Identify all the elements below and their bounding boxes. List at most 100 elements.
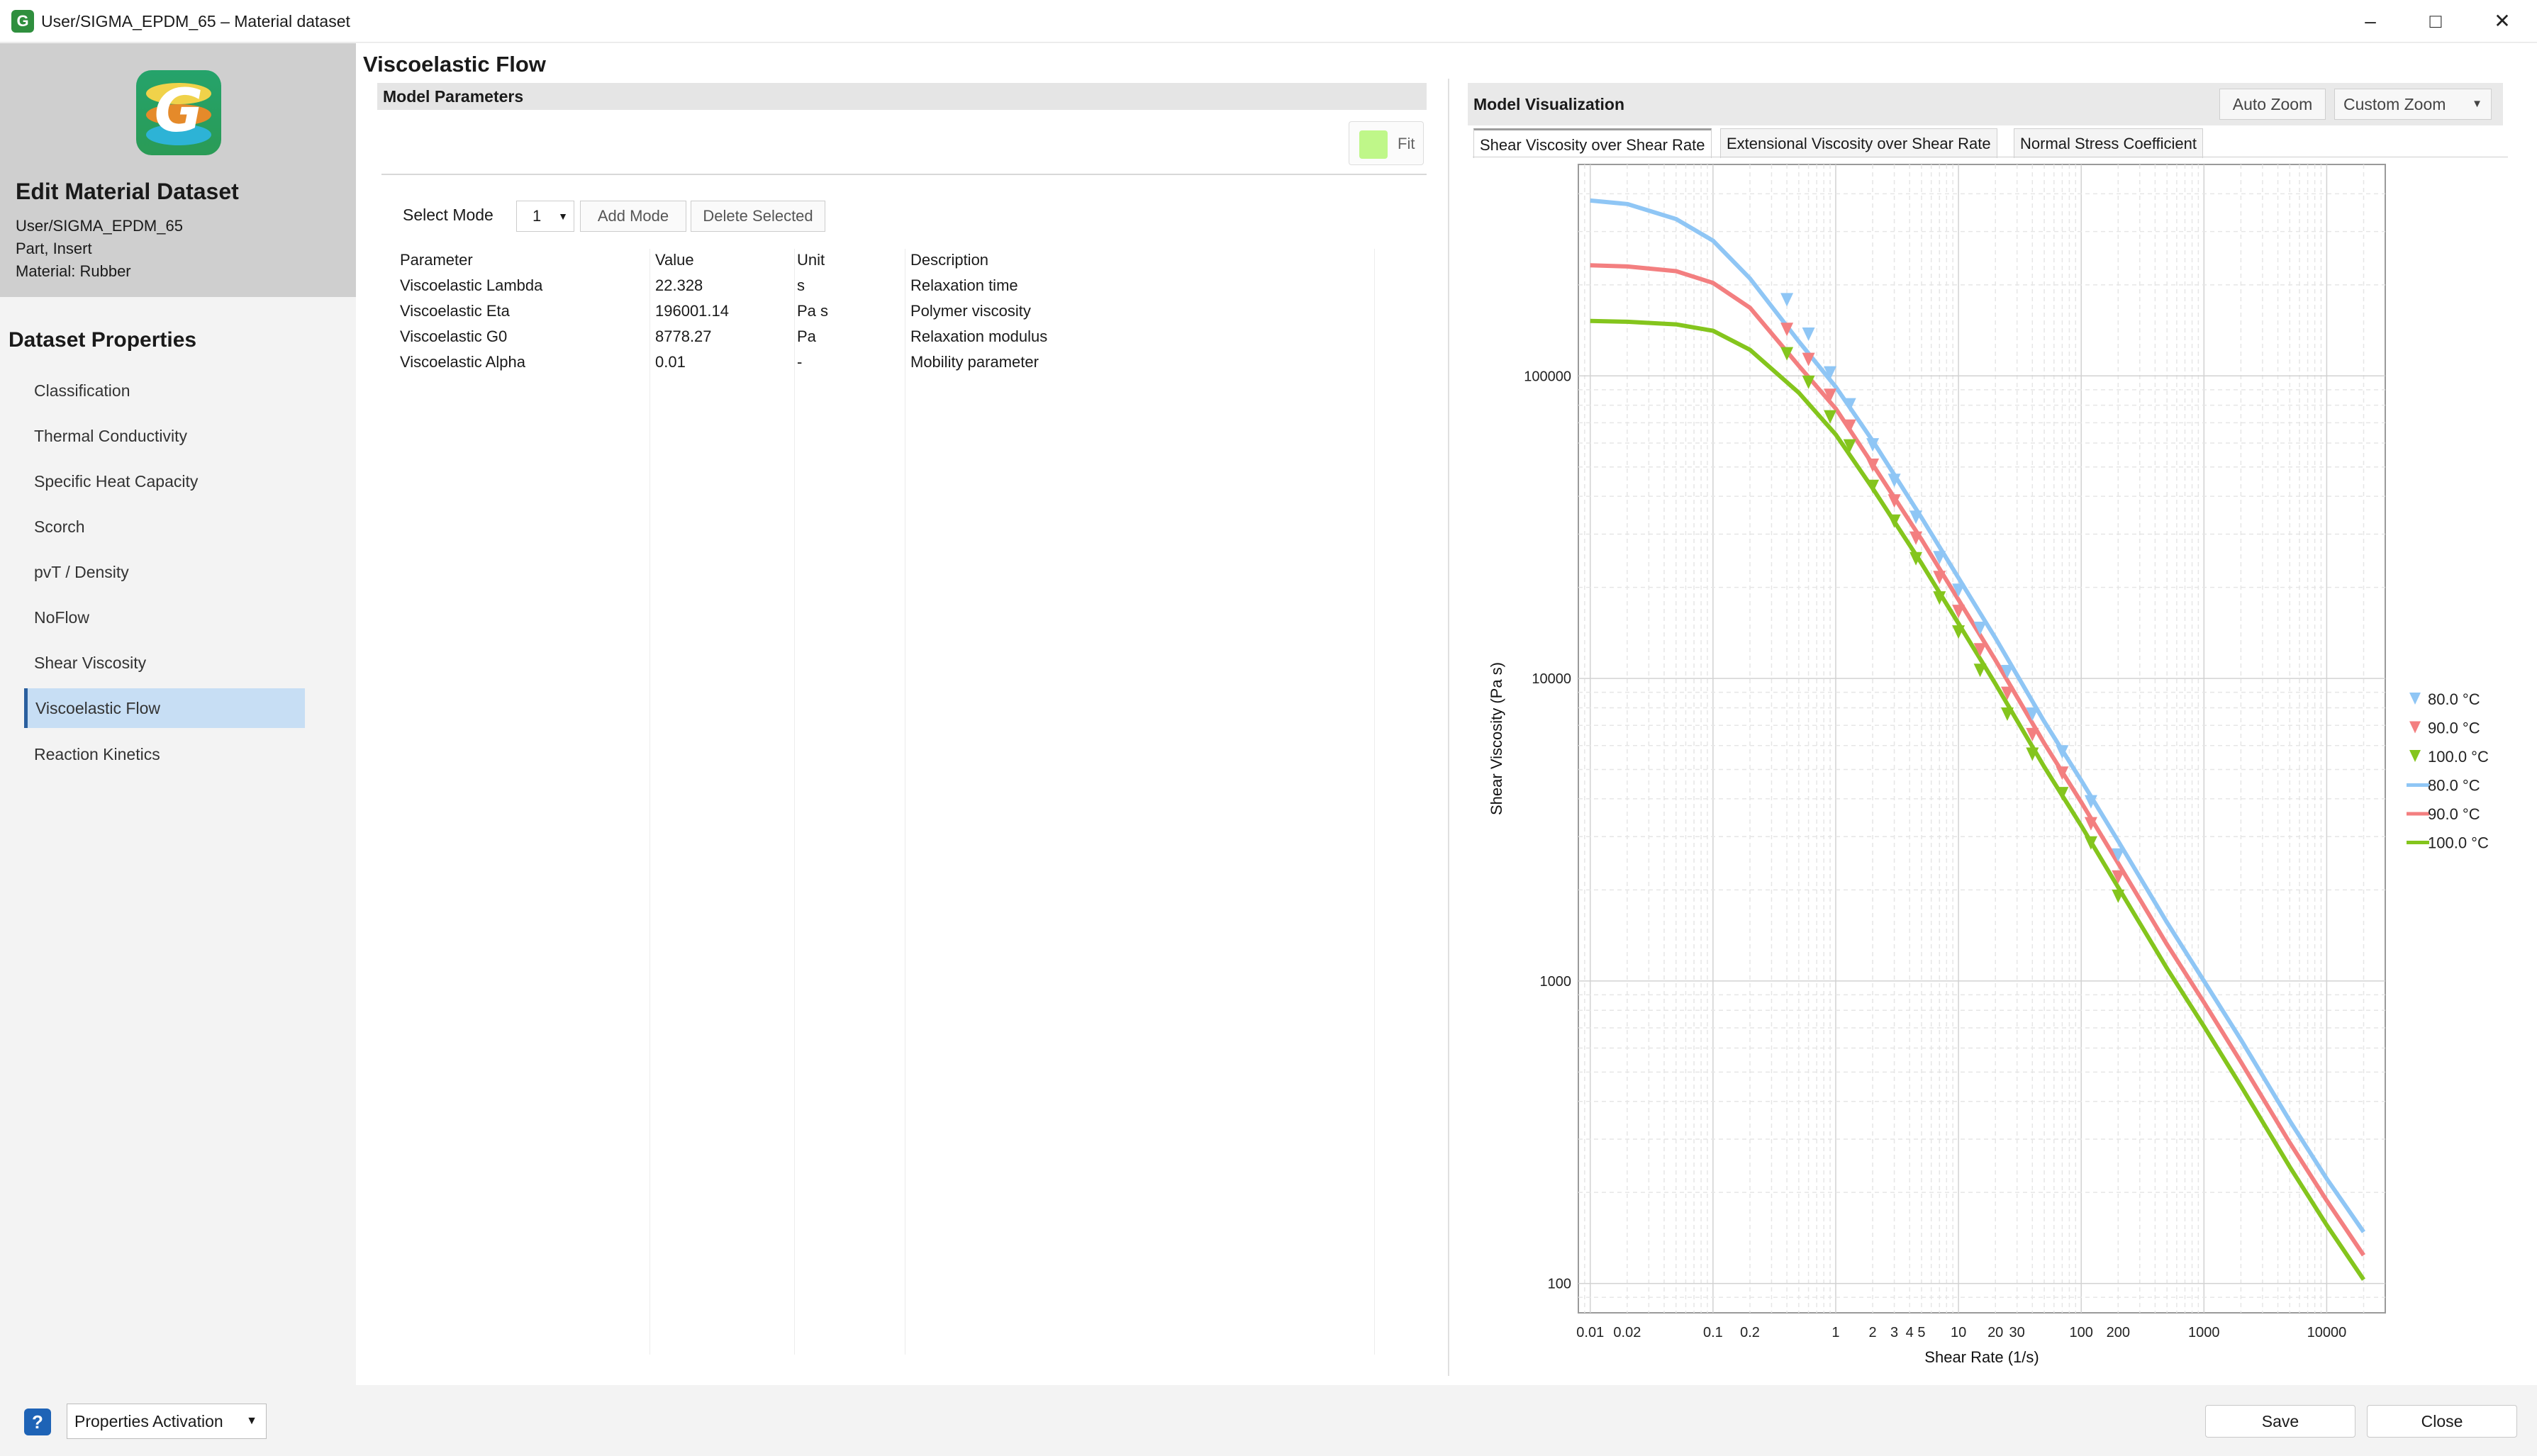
table-cell-unit: s	[797, 276, 805, 294]
x-tick-label: 4	[1906, 1325, 1914, 1340]
legend-label: 90.0 °C	[2428, 805, 2480, 823]
column-divider	[649, 249, 650, 1355]
delete-selected-button[interactable]: Delete Selected	[691, 201, 825, 232]
table-cell-unit: -	[797, 353, 803, 371]
sidebar-heading: Edit Material Dataset	[16, 179, 239, 204]
legend-label: 100.0 °C	[2428, 748, 2489, 766]
legend-label: 80.0 °C	[2428, 690, 2480, 708]
model-visualization-title: Model Visualization	[1473, 95, 1624, 113]
x-tick-label: 0.2	[1740, 1325, 1760, 1340]
title-bar: G User/SIGMA_EPDM_65 – Material dataset …	[0, 0, 2537, 43]
main-panel: Viscoelastic Flow Model Parameters Fit S…	[356, 43, 2537, 1385]
window-title: User/SIGMA_EPDM_65 – Material dataset	[41, 12, 350, 30]
model-parameters-header: Model Parameters	[377, 83, 1427, 110]
panel-splitter[interactable]	[1448, 79, 1449, 1376]
fit-label: Fit	[1398, 135, 1415, 152]
table-cell-description: Relaxation modulus	[910, 327, 1048, 345]
legend-marker	[2409, 721, 2421, 734]
material-dataset-logo-icon: G	[136, 70, 221, 155]
dataset-path: User/SIGMA_EPDM_65	[16, 217, 183, 235]
page-title: Viscoelastic Flow	[363, 52, 546, 77]
mode-select-value: 1	[533, 207, 542, 225]
properties-activation-label: Properties Activation	[74, 1412, 223, 1430]
tab-shear-viscosity[interactable]: Shear Viscosity over Shear Rate	[1473, 128, 1712, 158]
chevron-down-icon: ▼	[246, 1415, 257, 1427]
y-tick-label: 100	[1548, 1277, 1571, 1292]
add-mode-button[interactable]: Add Mode	[580, 201, 686, 232]
save-button[interactable]: Save	[2205, 1405, 2355, 1438]
divider	[381, 174, 1427, 175]
x-tick-label: 2	[1869, 1325, 1877, 1340]
y-tick-label: 10000	[1532, 671, 1571, 687]
legend-marker	[2409, 693, 2421, 705]
table-cell-description: Mobility parameter	[910, 353, 1039, 371]
close-button[interactable]: Close	[2367, 1405, 2517, 1438]
x-tick-label: 1000	[2188, 1325, 2220, 1340]
sidebar-item-shear-viscosity[interactable]: Shear Viscosity	[26, 643, 306, 683]
x-tick-label: 100	[2070, 1325, 2093, 1340]
fit-color-swatch	[1359, 130, 1388, 159]
sidebar-item-scorch[interactable]: Scorch	[26, 507, 306, 547]
custom-zoom-label: Custom Zoom	[2343, 95, 2446, 113]
column-divider	[1374, 249, 1375, 1355]
column-header-value: Value	[655, 251, 694, 269]
sidebar-item-thermal-conductivity[interactable]: Thermal Conductivity	[26, 416, 306, 456]
x-tick-label: 10000	[2307, 1325, 2347, 1340]
y-axis-label: Shear Viscosity (Pa s)	[1488, 662, 1505, 815]
sidebar: G Edit Material Dataset User/SIGMA_EPDM_…	[0, 43, 356, 1385]
dataset-part: Part, Insert	[16, 240, 92, 257]
table-cell-unit: Pa	[797, 327, 816, 345]
sidebar-item-specific-heat-capacity[interactable]: Specific Heat Capacity	[26, 461, 306, 501]
table-cell-value[interactable]: 196001.14	[655, 298, 729, 324]
table-cell-parameter[interactable]: Viscoelastic G0	[400, 324, 507, 349]
table-cell-value[interactable]: 0.01	[655, 349, 686, 375]
mode-select[interactable]: 1 ▼	[516, 201, 574, 232]
select-mode-label: Select Mode	[403, 206, 494, 224]
x-tick-label: 200	[2107, 1325, 2130, 1340]
chevron-down-icon: ▼	[558, 211, 568, 222]
fit-button[interactable]: Fit	[1349, 121, 1424, 165]
sidebar-item-viscoelastic-flow[interactable]: Viscoelastic Flow	[24, 688, 305, 728]
x-tick-label: 0.02	[1613, 1325, 1641, 1340]
legend-label: 80.0 °C	[2428, 777, 2480, 795]
chevron-down-icon: ▼	[2472, 98, 2482, 110]
legend-label: 90.0 °C	[2428, 719, 2480, 737]
sidebar-item-pvt-density[interactable]: pvT / Density	[26, 552, 306, 592]
column-divider	[794, 249, 795, 1355]
tab-extensional-viscosity[interactable]: Extensional Viscosity over Shear Rate	[1720, 128, 1997, 158]
y-tick-label: 100000	[1524, 369, 1571, 384]
table-cell-parameter[interactable]: Viscoelastic Alpha	[400, 349, 525, 375]
app-icon: G	[11, 10, 34, 33]
table-cell-parameter[interactable]: Viscoelastic Lambda	[400, 273, 542, 298]
shear-viscosity-chart[interactable]: 0.01 0.02 0.1 0.2 1 2 3 4 5 10 20 30 100 200 1000 10000…	[1476, 164, 2526, 1426]
properties-activation-dropdown[interactable]: Properties Activation ▼	[67, 1404, 267, 1439]
help-icon[interactable]: ?	[24, 1409, 51, 1435]
sidebar-header: G Edit Material Dataset User/SIGMA_EPDM_…	[0, 43, 356, 297]
plot-area	[1578, 164, 2386, 1314]
y-tick-label: 1000	[1540, 974, 1572, 990]
tab-normal-stress-coefficient[interactable]: Normal Stress Coefficient	[2014, 128, 2204, 158]
sidebar-item-classification[interactable]: Classification	[26, 371, 306, 410]
x-tick-label: 10	[1951, 1325, 1966, 1340]
x-tick-label: 0.1	[1703, 1325, 1723, 1340]
column-header-unit: Unit	[797, 251, 825, 269]
table-cell-parameter[interactable]: Viscoelastic Eta	[400, 298, 510, 324]
custom-zoom-dropdown[interactable]: Custom Zoom ▼	[2334, 89, 2492, 120]
auto-zoom-button[interactable]: Auto Zoom	[2219, 89, 2326, 120]
x-tick-label: 30	[2009, 1325, 2025, 1340]
legend-marker	[2409, 750, 2421, 762]
x-tick-label: 1	[1831, 1325, 1839, 1340]
table-cell-value[interactable]: 8778.27	[655, 324, 712, 349]
model-visualization-header: Model Visualization Auto Zoom Custom Zoo…	[1468, 83, 2503, 125]
legend-label: 100.0 °C	[2428, 834, 2489, 852]
window-close-button[interactable]: ✕	[2463, 0, 2537, 43]
dataset-material: Material: Rubber	[16, 262, 131, 280]
dataset-properties-title: Dataset Properties	[9, 328, 197, 352]
x-tick-label: 0.01	[1576, 1325, 1604, 1340]
table-cell-description: Polymer viscosity	[910, 302, 1031, 320]
sidebar-item-noflow[interactable]: NoFlow	[26, 598, 306, 637]
table-cell-value[interactable]: 22.328	[655, 273, 703, 298]
sidebar-item-reaction-kinetics[interactable]: Reaction Kinetics	[26, 734, 306, 774]
x-tick-label: 20	[1987, 1325, 2003, 1340]
x-tick-label: 5	[1917, 1325, 1925, 1340]
